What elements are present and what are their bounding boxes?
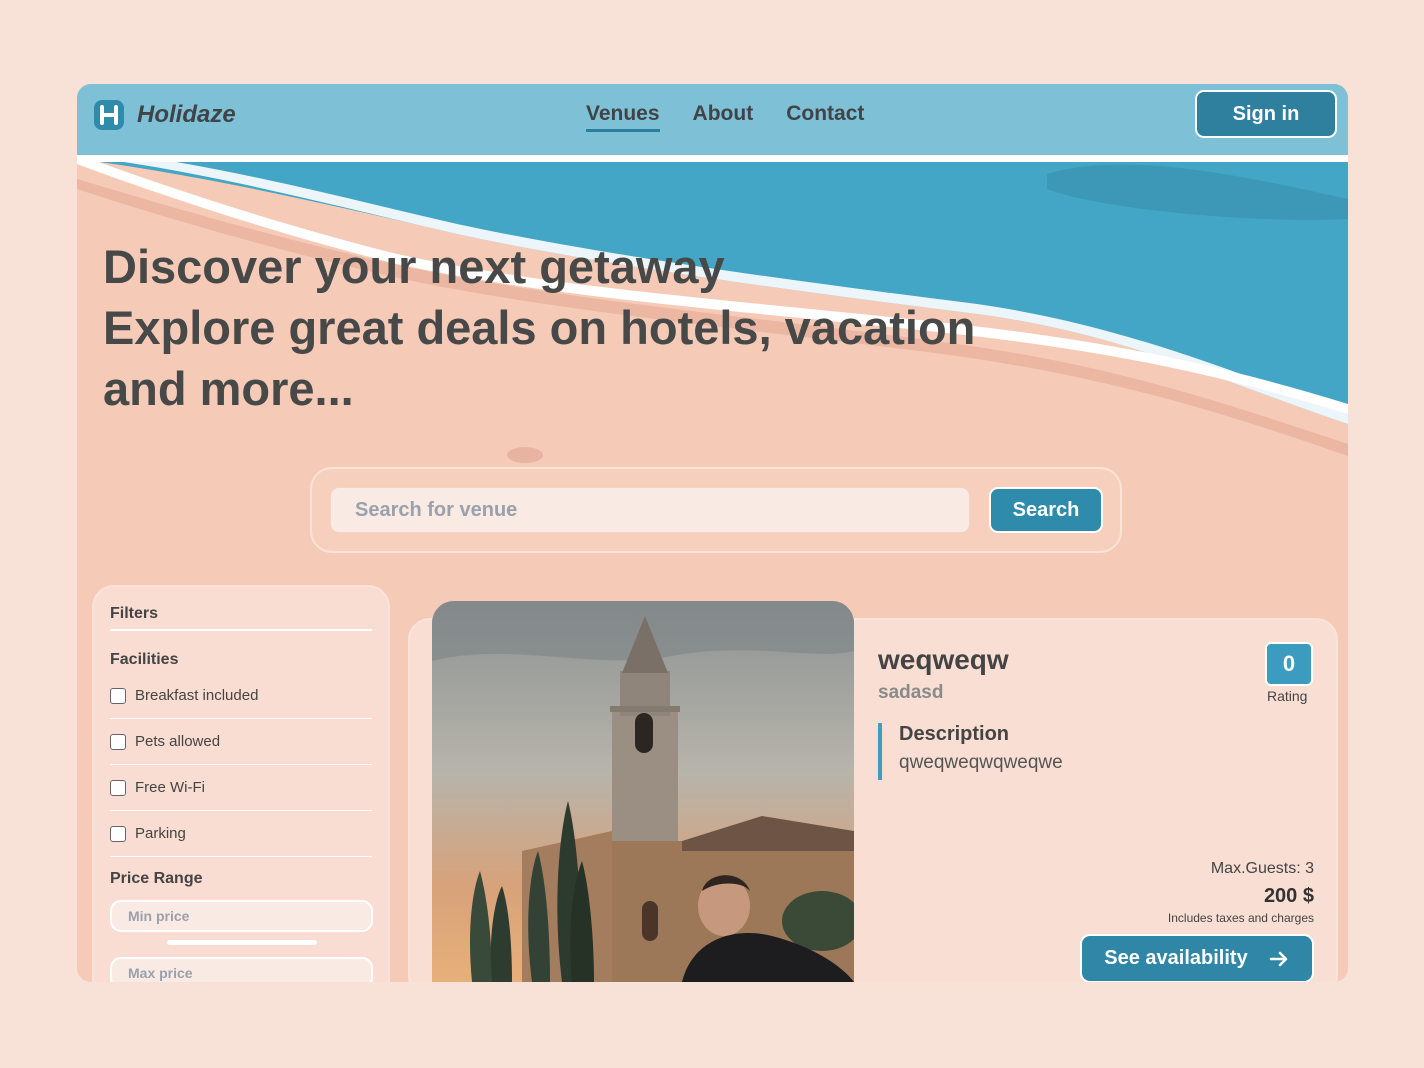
hero-line-3: and more... <box>103 362 354 415</box>
filters-title: Filters <box>110 605 372 631</box>
description-title: Description <box>899 723 1010 745</box>
nav-venues[interactable]: Venues <box>586 102 660 132</box>
venue-image <box>432 601 854 982</box>
rating-label: Rating <box>1267 688 1308 704</box>
hero-line-2: Explore great deals on hotels, vacation <box>103 301 976 354</box>
filter-label: Pets allowed <box>135 733 221 750</box>
search-input[interactable] <box>330 487 970 533</box>
app-frame: Holidaze Venues About Contact Sign in Di… <box>77 84 1348 982</box>
search-bar: Search <box>310 467 1122 553</box>
hero-heading: Discover your next getaway Explore great… <box>103 236 975 419</box>
search-button[interactable]: Search <box>989 487 1103 533</box>
h-logo-icon <box>94 100 124 130</box>
nav-links: Venues About Contact <box>586 102 864 132</box>
brand-name: Holidaze <box>137 101 236 128</box>
description-text: qweqweqwqweqwe <box>899 752 1063 773</box>
venue-name: weqweqw <box>878 644 1009 675</box>
venue-subtitle: sadasd <box>878 682 944 703</box>
nav-contact[interactable]: Contact <box>786 102 864 132</box>
checkbox[interactable] <box>110 687 126 704</box>
max-price-input[interactable] <box>110 957 373 982</box>
filter-pets[interactable]: Pets allowed <box>110 719 372 765</box>
filter-parking[interactable]: Parking <box>110 811 372 857</box>
venue-description: Description qweqweqwqweqwe <box>878 723 1063 780</box>
sign-in-button[interactable]: Sign in <box>1195 90 1337 138</box>
top-navbar: Holidaze Venues About Contact Sign in <box>77 84 1348 157</box>
checkbox[interactable] <box>110 733 126 750</box>
venue-photo[interactable] <box>432 601 854 982</box>
facilities-title: Facilities <box>110 651 179 668</box>
checkbox[interactable] <box>110 825 126 842</box>
filters-panel: Filters Facilities Breakfast included Pe… <box>92 585 390 982</box>
price-slider[interactable] <box>167 940 317 945</box>
filter-label: Breakfast included <box>135 687 259 704</box>
price-range-title: Price Range <box>110 870 203 887</box>
checkbox[interactable] <box>110 779 126 796</box>
arrow-right-icon <box>1269 951 1287 966</box>
venue-price: 200 $ <box>1263 885 1314 907</box>
max-guests: Max.Guests: 3 <box>1210 860 1314 877</box>
see-availability-label: See availability <box>1104 947 1248 969</box>
see-availability-button[interactable]: See availability <box>1080 934 1314 982</box>
min-price-input[interactable] <box>110 900 373 932</box>
price-note: Includes taxes and charges <box>1167 911 1314 925</box>
brand[interactable]: Holidaze <box>93 99 236 131</box>
rating-badge: 0 <box>1265 642 1313 686</box>
filter-wifi[interactable]: Free Wi-Fi <box>110 765 372 811</box>
filter-breakfast[interactable]: Breakfast included <box>110 673 372 719</box>
nav-about[interactable]: About <box>693 102 754 132</box>
filter-label: Free Wi-Fi <box>135 779 205 796</box>
hero-line-1: Discover your next getaway <box>103 240 725 293</box>
filter-label: Parking <box>135 825 186 842</box>
